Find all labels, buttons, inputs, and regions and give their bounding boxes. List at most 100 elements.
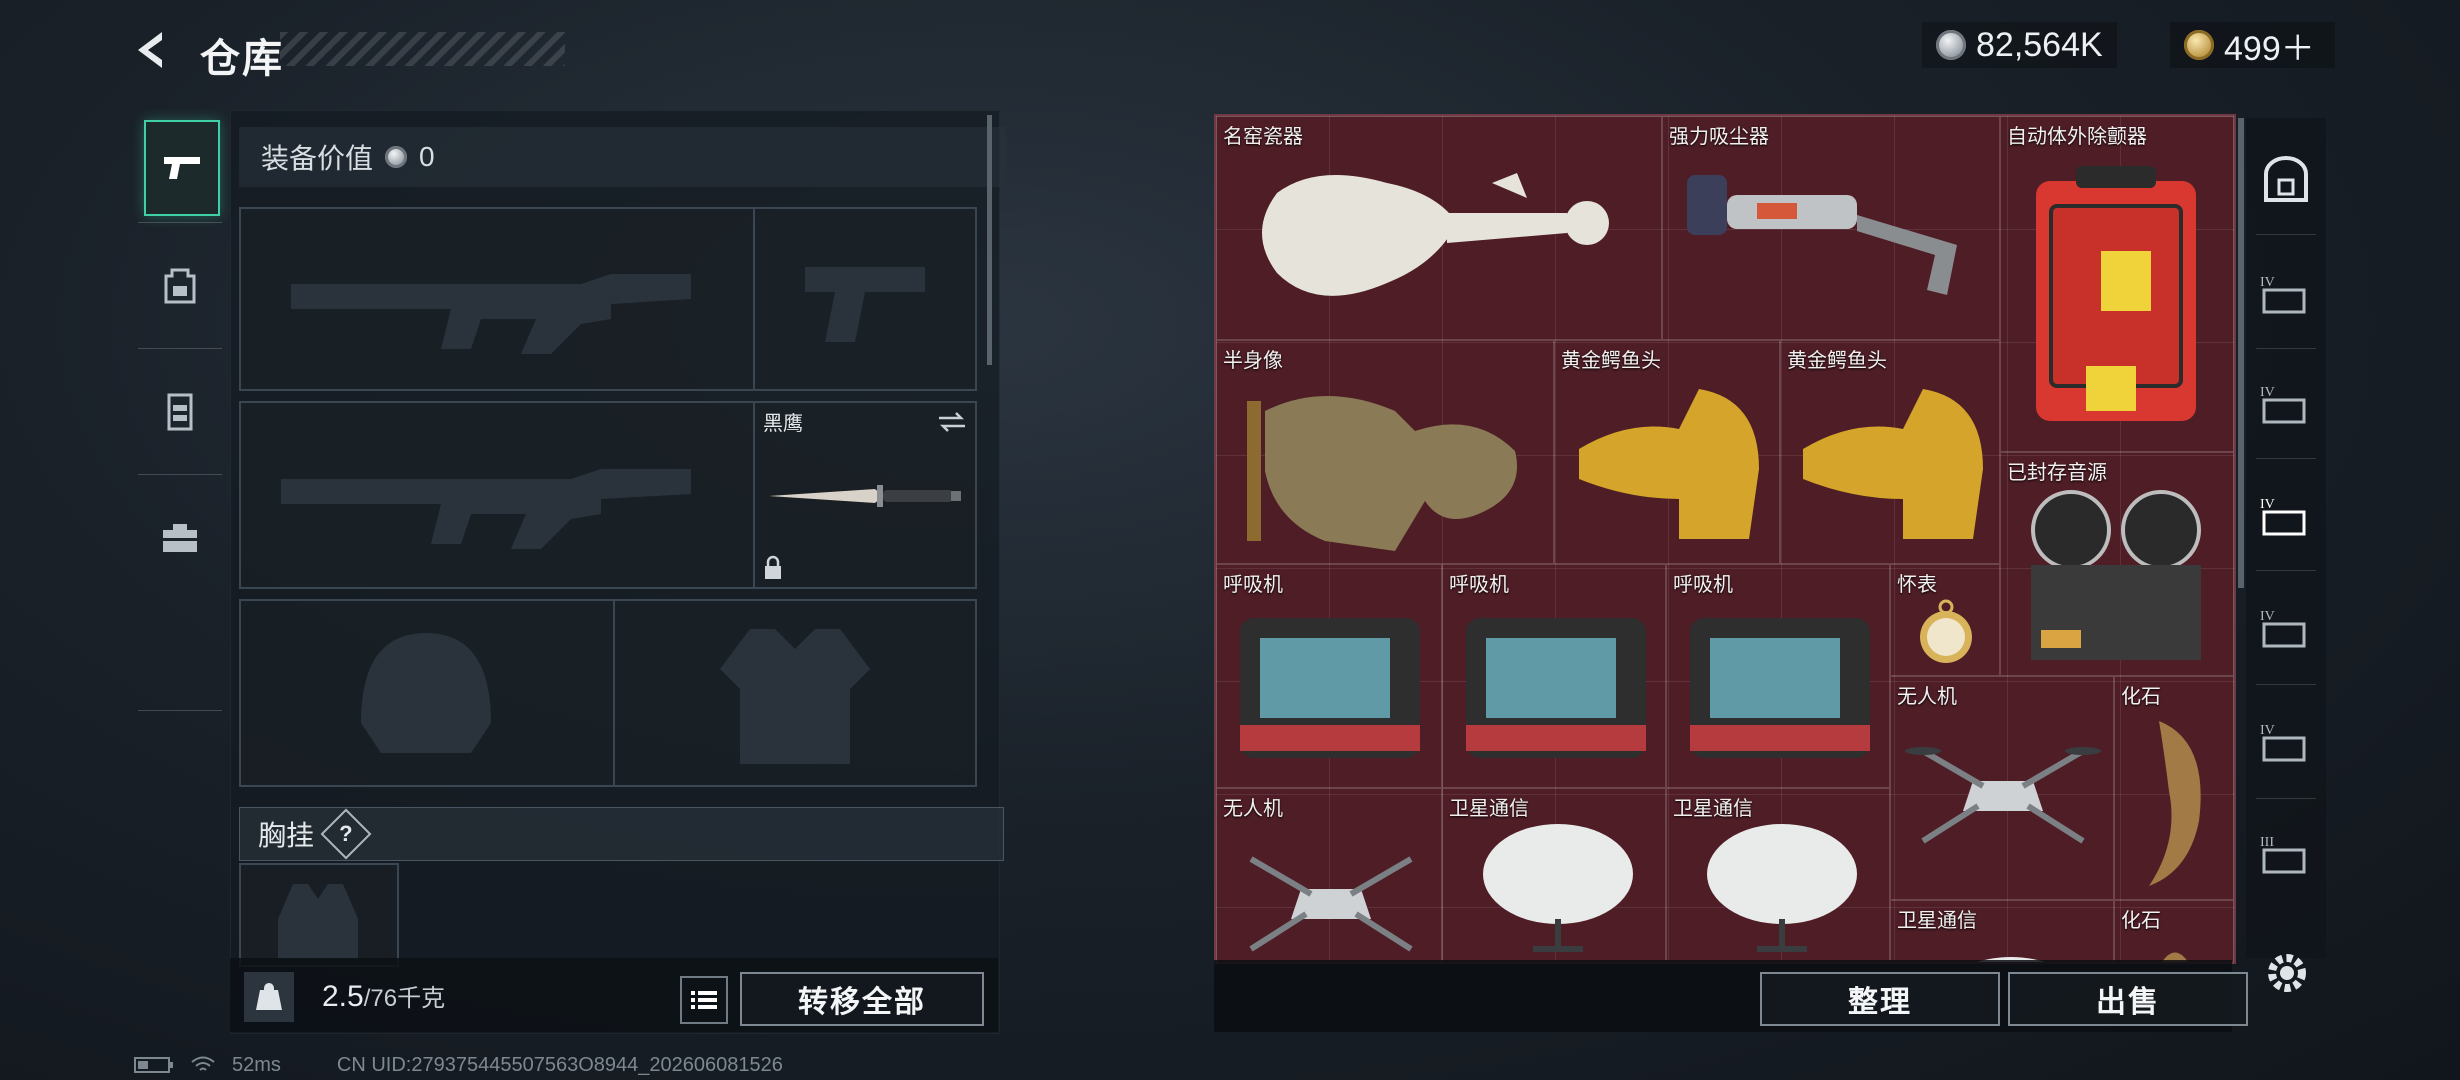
back-arrow-icon[interactable] xyxy=(130,28,174,72)
stash-item-bust[interactable]: 半身像 xyxy=(1216,340,1554,564)
svg-text:IV: IV xyxy=(2260,385,2275,400)
storage-tab-3[interactable]: IV xyxy=(2254,368,2318,438)
carry-weight-value: 2.5 xyxy=(322,980,364,1013)
knife-icon xyxy=(769,485,961,507)
item-name: 卫星通信 xyxy=(1673,798,1753,820)
wifi-icon xyxy=(191,1056,215,1071)
ping-value: 52ms xyxy=(232,1053,281,1076)
svg-text:IV: IV xyxy=(2260,609,2275,624)
category-tab-vest[interactable] xyxy=(144,366,216,458)
helmet-slot[interactable] xyxy=(239,599,615,787)
sidearm-slot[interactable] xyxy=(753,207,977,391)
chest-rig-silhouette-icon xyxy=(278,884,358,959)
storage-tab-2[interactable]: IV xyxy=(2254,258,2318,328)
swap-icon[interactable] xyxy=(937,411,967,433)
storage-tab-safe[interactable] xyxy=(2254,144,2318,214)
stash-item-gold-croc-head[interactable]: 黄金鳄鱼头 xyxy=(1554,340,1780,564)
rifle-silhouette-icon xyxy=(281,469,691,549)
item-name: 强力吸尘器 xyxy=(1669,126,1769,148)
stash-item-drone[interactable]: 无人机 xyxy=(1216,788,1442,962)
item-name: 黄金鳄鱼头 xyxy=(1561,350,1661,372)
stash-item-aed[interactable]: 自动体外除颤器 xyxy=(2000,116,2234,452)
safe-box-icon xyxy=(2264,156,2308,202)
item-name: 呼吸机 xyxy=(1223,574,1283,596)
item-name: 黄金鳄鱼头 xyxy=(1787,350,1887,372)
stash-item-vacuum[interactable]: 强力吸尘器 xyxy=(1662,116,2000,340)
storage-tier-icon: IV xyxy=(2260,497,2306,536)
stash-item-gold-croc-head[interactable]: 黄金鳄鱼头 xyxy=(1780,340,2000,564)
item-name: 化石 xyxy=(2121,910,2161,932)
reel-recorder-icon xyxy=(2031,490,2201,660)
stash-item-satellite-comm[interactable]: 卫星通信 xyxy=(1442,788,1666,962)
stash-item-drone[interactable]: 无人机 xyxy=(1890,676,2114,900)
svg-text:IV: IV xyxy=(2260,275,2275,290)
toolbox-icon xyxy=(163,524,197,552)
stash-item-ventilator[interactable]: 呼吸机 xyxy=(1666,564,1890,788)
list-view-button[interactable] xyxy=(680,976,728,1024)
svg-text:IV: IV xyxy=(2260,723,2275,738)
satellite-dish-icon xyxy=(1707,824,1857,952)
storage-tab-4-active[interactable]: IV xyxy=(2254,480,2318,550)
list-icon xyxy=(691,991,717,1009)
category-tab-toolbox[interactable] xyxy=(144,492,216,584)
stash-item-vase[interactable]: 名窑瓷器 xyxy=(1216,116,1662,340)
stash-item-satellite-comm[interactable]: 卫星通信 xyxy=(1890,900,2114,962)
secondary-weapon-slot[interactable] xyxy=(239,401,755,589)
transfer-all-button[interactable]: 转移全部 xyxy=(740,972,984,1026)
category-tab-weapons[interactable] xyxy=(144,120,220,216)
stash-scrollbar[interactable] xyxy=(2238,118,2244,588)
melee-slot[interactable]: 黑鹰 xyxy=(753,401,977,589)
settings-gear-icon[interactable] xyxy=(2262,948,2312,998)
item-name: 卫星通信 xyxy=(1449,798,1529,820)
silver-amount: 82,564K xyxy=(1976,25,2103,64)
loadout-scrollbar[interactable] xyxy=(987,115,992,365)
stash-item-reel-recorder[interactable]: 已封存音源 xyxy=(2000,452,2234,676)
gold-coin-icon xyxy=(2184,30,2214,60)
category-tab-backpack[interactable] xyxy=(144,240,216,332)
carry-weight: 2.5/76千克 xyxy=(322,978,445,1014)
storage-tab-5[interactable]: IV xyxy=(2254,592,2318,662)
silver-coin-icon xyxy=(385,146,408,168)
stash-item-fossil[interactable]: 化石 xyxy=(2114,900,2234,962)
aed-icon xyxy=(2036,166,2196,421)
organize-button[interactable]: 整理 xyxy=(1760,972,2000,1026)
loadout-panel: 装备价值 0 黑鹰 胸挂 ? xyxy=(230,110,1006,1034)
stash-item-satellite-comm[interactable]: 卫星通信 xyxy=(1666,788,1890,962)
stash-item-pocket-watch[interactable]: 怀表 xyxy=(1890,564,2000,676)
stash-item-ventilator[interactable]: 呼吸机 xyxy=(1442,564,1666,788)
gold-currency[interactable]: 499＋ xyxy=(2170,22,2335,68)
silver-currency[interactable]: 82,564K xyxy=(1922,22,2117,68)
ventilator-icon xyxy=(1240,618,1420,758)
sell-button[interactable]: 出售 xyxy=(2008,972,2248,1026)
stash-item-ventilator[interactable]: 呼吸机 xyxy=(1216,564,1442,788)
storage-tier-icon: IV xyxy=(2260,609,2306,648)
helmet-silhouette-icon xyxy=(361,633,491,753)
pocket-watch-icon xyxy=(1920,599,1972,663)
gold-amount: 499＋ xyxy=(2224,29,2315,68)
help-icon[interactable]: ? xyxy=(320,808,372,860)
vacuum-icon xyxy=(1687,175,1957,295)
loadout-footer: 2.5/76千克 转移全部 xyxy=(230,958,998,1032)
drone-icon xyxy=(1905,747,2101,844)
stash-item-fossil[interactable]: 化石 xyxy=(2114,676,2234,900)
chest-rig-slot[interactable] xyxy=(239,863,399,967)
armor-slot[interactable] xyxy=(613,599,977,787)
armor-silhouette-icon xyxy=(720,629,870,764)
primary-weapon-slot[interactable] xyxy=(239,207,755,391)
fossil-claw-icon xyxy=(2149,721,2201,886)
storage-tier-icon: IV xyxy=(2260,385,2306,424)
pistol-icon xyxy=(164,157,200,179)
storage-tier-icon: IV xyxy=(2260,723,2306,762)
chest-rig-label: 胸挂 xyxy=(258,820,315,851)
storage-tab-6[interactable]: IV xyxy=(2254,706,2318,776)
item-name: 已封存音源 xyxy=(2007,462,2107,484)
equipment-value: 0 xyxy=(419,141,435,172)
pistol-silhouette-icon xyxy=(805,267,925,342)
svg-text:IV: IV xyxy=(2260,497,2275,512)
backpack-icon xyxy=(164,268,196,304)
storage-tab-7[interactable]: III xyxy=(2254,818,2318,888)
lock-icon xyxy=(765,555,781,579)
item-name: 名窑瓷器 xyxy=(1223,126,1303,148)
rifle-silhouette-icon xyxy=(291,274,691,354)
bust-icon xyxy=(1247,396,1517,551)
